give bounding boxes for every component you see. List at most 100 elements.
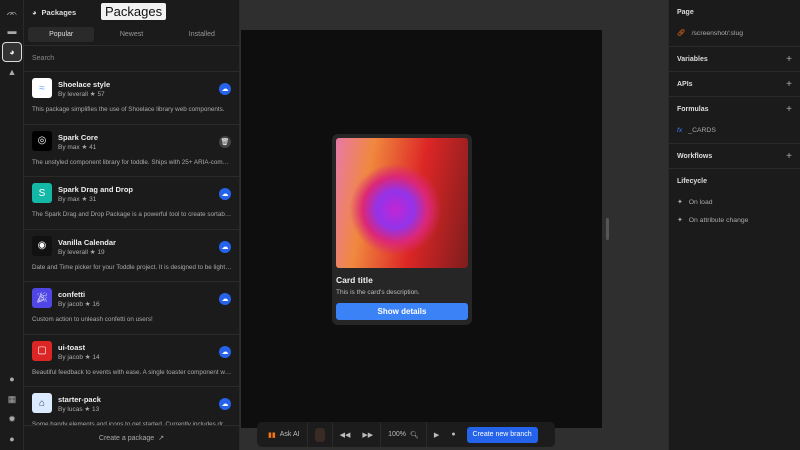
settings-icon[interactable]: ● (451, 431, 455, 438)
package-item[interactable]: S Spark Drag and Drop By max ★ 31 The Sp… (24, 177, 239, 230)
install-icon[interactable]: ☁ (219, 240, 231, 253)
formula-item[interactable]: fx _CARDS (677, 121, 792, 139)
tooltip: Packages (101, 3, 167, 20)
on-attribute-change-event[interactable]: ✦ On attribute change (677, 211, 792, 229)
undo-icon[interactable]: ◀◀ (340, 431, 351, 439)
tab-popular[interactable]: Popular (28, 27, 95, 42)
create-branch-button[interactable]: Create new branch (466, 426, 538, 443)
delete-icon[interactable]: 🗑︎ (219, 135, 231, 148)
icon-rail: ᨏ ▬ ◕ ▲ ● ▦ ✹ ● (0, 0, 24, 450)
install-icon[interactable]: ☁ (219, 293, 231, 305)
resize-handle[interactable] (606, 218, 609, 240)
package-logo: 🎉︎ (32, 288, 52, 308)
sparkle-icon: ✦ (677, 217, 683, 224)
package-description: Beautiful feedback to events with ease. … (32, 368, 232, 376)
install-icon[interactable]: ☁ (219, 345, 231, 358)
create-package-label: Create a package (98, 434, 155, 442)
redo-icon[interactable]: ▶▶ (362, 431, 373, 439)
tab-installed[interactable]: Installed (169, 27, 235, 42)
workflows-heading: Workflows (677, 152, 713, 160)
ask-ai-label: Ask AI (279, 431, 300, 438)
folder-icon[interactable]: ▬ (4, 23, 20, 39)
packages-panel: ◕ Packages Popular Newest Installed Searc… (24, 0, 240, 450)
package-description: The Spark Drag and Drop Package is a pow… (32, 211, 232, 218)
package-author: By lucas ★ 13 (58, 406, 100, 413)
show-details-button[interactable]: Show details (336, 303, 468, 320)
card-preview[interactable]: Card title This is the card's descriptio… (332, 134, 472, 325)
play-icon[interactable]: ▶ (434, 431, 439, 439)
package-item[interactable]: ▢ ui-toast By jacob ★ 14 Beautiful feedb… (24, 335, 239, 387)
add-variable-icon[interactable]: + (786, 54, 792, 65)
on-load-event[interactable]: ✦ On load (677, 193, 792, 211)
lifecycle-heading: Lifecycle (677, 177, 707, 185)
ask-ai-button[interactable]: ▮▮ Ask AI (261, 422, 308, 447)
zoom-level[interactable]: 100% (388, 431, 406, 438)
right-panel: Page 🔗︎ /screenshot/:slug Variables + APIs… (668, 0, 800, 450)
bottom-toolbar: ▮▮ Ask AI ◀◀ ▶▶ 100% 🔍︎ ▶ ● Create new branc… (257, 422, 555, 447)
star-icon: ★ (81, 143, 88, 151)
package-logo: ◎ (32, 130, 52, 151)
star-icon: ★ (84, 406, 91, 413)
palette-icon[interactable]: ● (4, 371, 20, 387)
ai-icon: ▮▮ (268, 431, 276, 439)
star-icon: ★ (84, 353, 91, 361)
on-attr-label: On attribute change (688, 216, 749, 224)
package-description: This package simplifies the use of Shoel… (32, 106, 225, 113)
package-description: The unstyled component library for toddl… (32, 158, 232, 166)
package-name: Shoelace style (58, 80, 111, 89)
package-description: Custom action to unleash confetti on use… (32, 316, 153, 323)
tab-newest[interactable]: Newest (98, 27, 164, 42)
package-name: Spark Drag and Drop (58, 185, 134, 194)
card-title: Card title (336, 275, 373, 285)
install-icon[interactable]: ☁ (219, 188, 231, 200)
add-formula-icon[interactable]: + (786, 104, 792, 115)
toddle-logo-icon[interactable]: ᨏ (4, 4, 20, 20)
package-item[interactable]: ◉ Vanilla Calendar By leverall ★ 19 Date… (24, 230, 239, 282)
panel-title: Packages (41, 7, 77, 17)
formulas-heading: Formulas (677, 105, 709, 113)
formula-name: _CARDS (688, 126, 716, 134)
package-author: By max ★ 41 (58, 143, 97, 151)
package-name: Vanilla Calendar (58, 237, 116, 247)
variables-heading: Variables (677, 55, 708, 63)
page-slug[interactable]: 🔗︎ /screenshot/:slug (677, 24, 792, 42)
gift-icon[interactable]: ▦ (4, 391, 20, 407)
search-input[interactable]: Search (24, 46, 239, 72)
star-icon: ★ (84, 301, 91, 308)
package-author: By leverall ★ 19 (58, 248, 105, 256)
external-link-icon: ↗ (158, 435, 165, 442)
help-icon[interactable]: ● (4, 431, 20, 447)
packages-icon[interactable]: ◕ (2, 42, 22, 62)
package-logo: S (32, 183, 52, 203)
star-icon: ★ (89, 91, 96, 98)
package-description: Date and Time picker for your Toddle pro… (32, 263, 232, 271)
warning-icon[interactable]: ▲ (4, 64, 20, 80)
install-icon[interactable]: ☁ (219, 398, 231, 410)
package-author: By leverall ★ 57 (58, 91, 105, 98)
zoom-icon[interactable]: 🔍︎ (410, 431, 419, 439)
packages-icon: ◕ (32, 7, 37, 17)
add-api-icon[interactable]: + (786, 79, 792, 90)
slug-text: /screenshot/:slug (691, 29, 744, 37)
package-name: ui-toast (58, 342, 86, 352)
create-package-link[interactable]: Create a package ↗ (24, 425, 239, 450)
page-heading: Page (677, 8, 694, 16)
package-author: By max ★ 31 (58, 196, 97, 203)
package-logo: ◉ (32, 235, 52, 256)
card-image (336, 138, 468, 268)
package-item[interactable]: ◎ Spark Core By max ★ 41 The unstyled co… (24, 125, 239, 177)
avatar[interactable] (308, 422, 333, 447)
bug-icon[interactable]: ✹ (4, 411, 20, 427)
package-item[interactable]: ≈ Shoelace style By leverall ★ 57 This p… (24, 72, 239, 125)
package-logo: ⌂ (32, 393, 52, 413)
install-icon[interactable]: ☁ (219, 83, 231, 95)
package-author: By jacob ★ 14 (58, 353, 100, 361)
add-workflow-icon[interactable]: + (786, 151, 792, 162)
link-icon: 🔗︎ (677, 30, 686, 37)
package-item[interactable]: 🎉︎ confetti By jacob ★ 16 Custom action … (24, 282, 239, 335)
package-logo: ≈ (32, 78, 52, 98)
sparkle-icon: ✦ (677, 199, 683, 206)
package-name: Spark Core (58, 132, 99, 142)
package-name: confetti (58, 290, 86, 299)
card-description: This is the card's description. (336, 289, 420, 296)
